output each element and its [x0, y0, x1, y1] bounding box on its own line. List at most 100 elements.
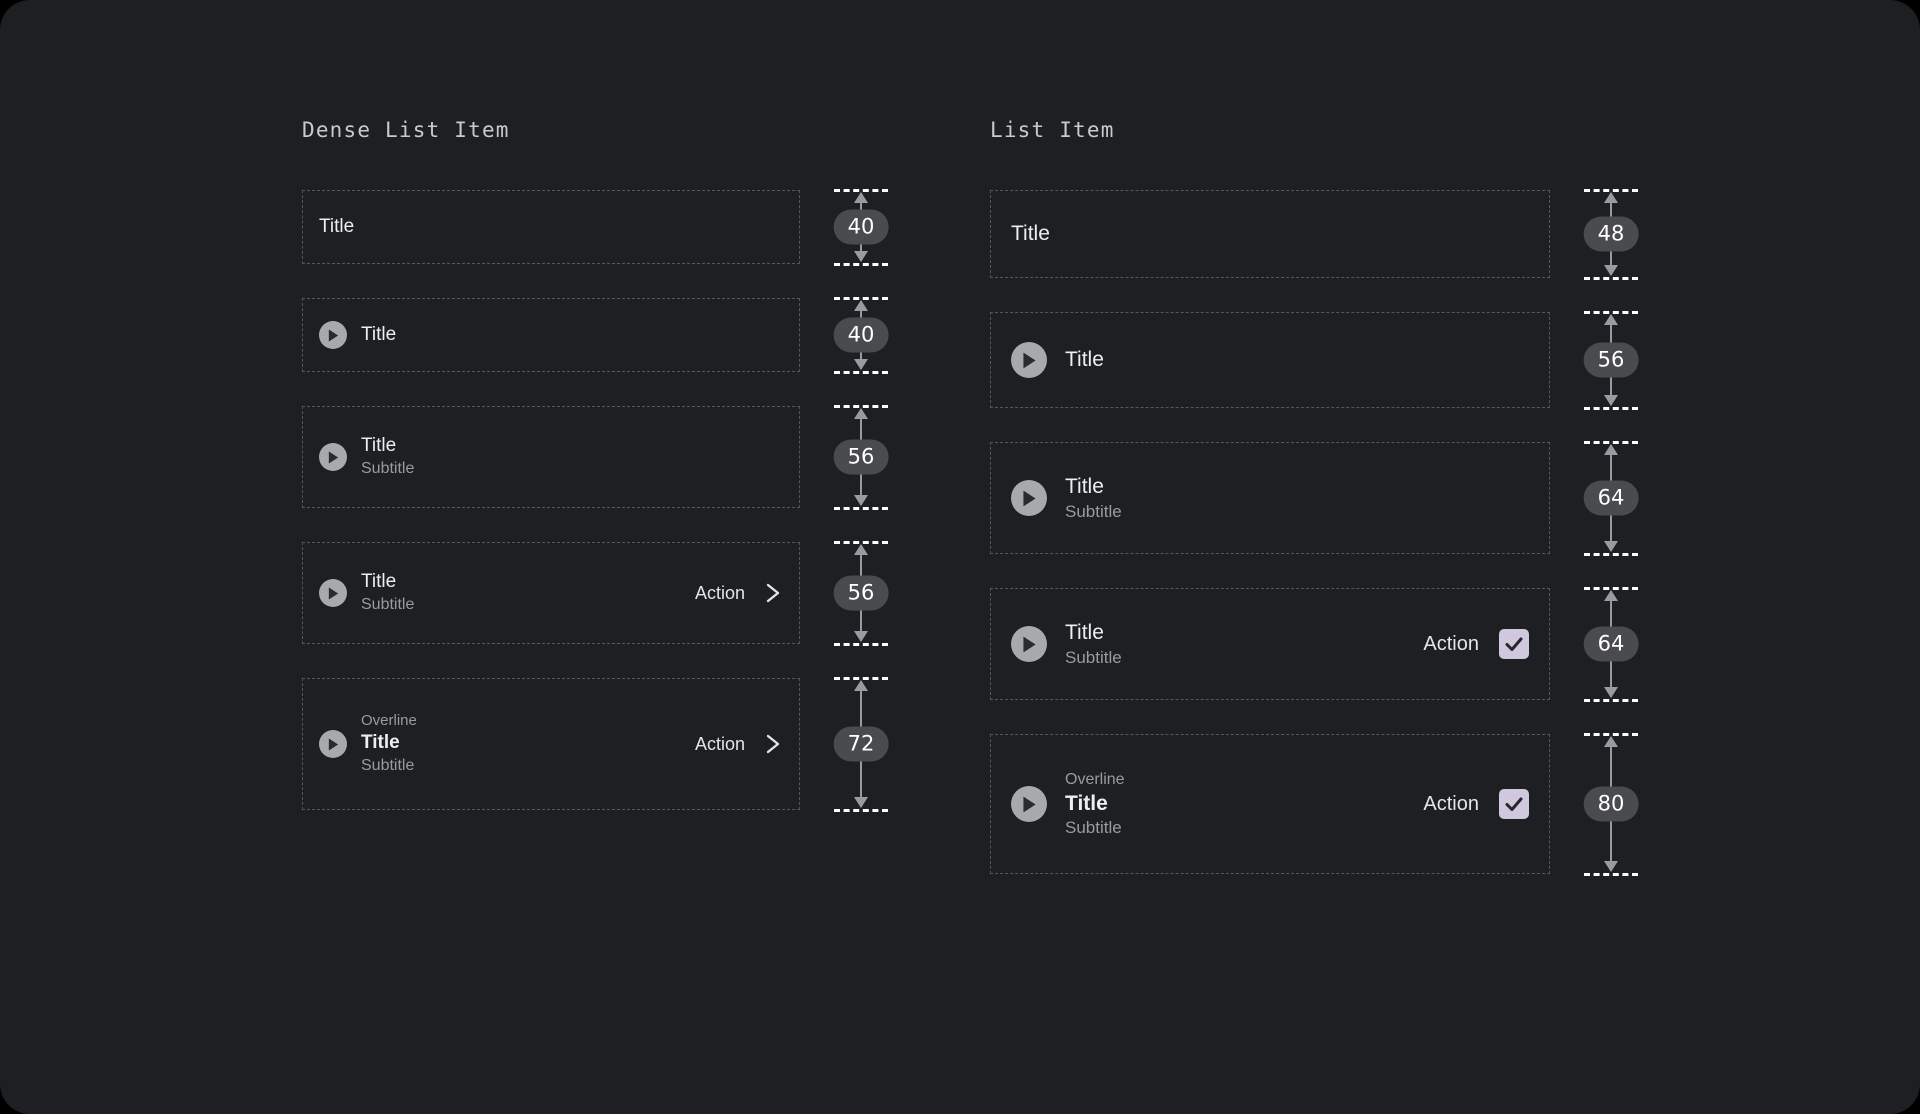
- play-circle-icon[interactable]: [319, 443, 347, 471]
- measure-cap-bottom: [834, 507, 888, 510]
- measure-cap-bottom: [834, 809, 888, 812]
- measure-value-badge: 56: [833, 575, 889, 611]
- chevron-right-icon[interactable]: [763, 581, 783, 605]
- column-header-regular: List Item: [990, 118, 1115, 142]
- play-triangle-icon: [328, 737, 338, 751]
- list-item-title: Title: [319, 215, 355, 237]
- measure-value-badge: 40: [833, 317, 889, 353]
- list-item[interactable]: Overline Title Subtitle Action: [302, 678, 800, 810]
- play-circle-icon[interactable]: [1011, 786, 1047, 822]
- measure-cap-bottom: [1584, 699, 1638, 702]
- list-item-action[interactable]: Action: [695, 581, 783, 605]
- arrow-up-icon: [1604, 444, 1618, 455]
- arrow-up-icon: [854, 680, 868, 691]
- arrow-down-icon: [1604, 861, 1618, 872]
- arrow-up-icon: [1604, 314, 1618, 325]
- arrow-up-icon: [1604, 736, 1618, 747]
- play-triangle-icon: [1022, 636, 1036, 652]
- measure-cap-bottom: [834, 371, 888, 374]
- list-item-text-block: Title Subtitle: [1065, 473, 1529, 522]
- arrow-down-icon: [854, 359, 868, 370]
- list-item-text-block: Title Subtitle: [361, 570, 695, 615]
- list-item-content: Title Subtitle Action: [991, 589, 1549, 699]
- list-item-row: Title 40: [302, 189, 892, 266]
- list-item[interactable]: Title: [302, 298, 800, 372]
- list-item-action[interactable]: Action: [1423, 789, 1529, 819]
- list-item[interactable]: Title: [302, 190, 800, 264]
- list-item-content: Title: [991, 191, 1549, 277]
- list-item-overline: Overline: [361, 712, 417, 730]
- height-measurement: 64: [1580, 441, 1642, 556]
- play-triangle-icon: [1022, 490, 1036, 506]
- measure-cap-bottom: [834, 643, 888, 646]
- list-item-content: Title: [991, 313, 1549, 407]
- arrow-down-icon: [854, 797, 868, 808]
- list-item-action[interactable]: Action: [1423, 629, 1529, 659]
- measure-cap-bottom: [834, 263, 888, 266]
- column-regular: List Item Title 48 Title 56 Title Subtitle 64 Ti…: [990, 118, 1642, 876]
- play-circle-icon[interactable]: [1011, 480, 1047, 516]
- checkbox-checked-icon[interactable]: [1499, 629, 1529, 659]
- list-item-content: Title Subtitle Action: [303, 543, 799, 643]
- arrow-up-icon: [854, 408, 868, 419]
- measure-cap-bottom: [1584, 407, 1638, 410]
- list-item-title: Title: [1065, 621, 1104, 645]
- list-item[interactable]: Title Subtitle: [302, 406, 800, 508]
- list-item[interactable]: Overline Title Subtitle Action: [990, 734, 1550, 874]
- list-item-content: Overline Title Subtitle Action: [303, 679, 799, 809]
- height-measurement: 64: [1580, 587, 1642, 702]
- arrow-down-icon: [1604, 265, 1618, 276]
- list-item-title: Title: [1065, 475, 1104, 499]
- list-item-subtitle: Subtitle: [361, 757, 415, 775]
- measure-cap-bottom: [1584, 277, 1638, 280]
- list-item[interactable]: Title Subtitle Action: [302, 542, 800, 644]
- list-item-content: Title Subtitle: [303, 407, 799, 507]
- play-circle-icon[interactable]: [319, 730, 347, 758]
- list-item-text-block: Overline Title Subtitle: [1065, 769, 1423, 840]
- list-item[interactable]: Title Subtitle Action: [990, 588, 1550, 700]
- arrow-down-icon: [854, 495, 868, 506]
- play-circle-icon[interactable]: [1011, 342, 1047, 378]
- arrow-down-icon: [854, 631, 868, 642]
- list-item-text-block: Title Subtitle: [1065, 619, 1423, 668]
- list-item-text-block: Title: [319, 215, 783, 240]
- action-label: Action: [694, 733, 745, 754]
- list-item-overline: Overline: [1065, 770, 1125, 788]
- list-item-title: Title: [1065, 792, 1108, 816]
- list-item[interactable]: Title Subtitle: [990, 442, 1550, 554]
- list-item-content: Title Subtitle: [991, 443, 1549, 553]
- list-item-subtitle: Subtitle: [1065, 647, 1122, 667]
- list-item-row: Overline Title Subtitle Action 80: [990, 733, 1642, 876]
- play-circle-icon[interactable]: [319, 579, 347, 607]
- measure-value-badge: 48: [1583, 216, 1639, 252]
- list-item-content: Title: [303, 191, 799, 263]
- list-item-row: Title Subtitle Action 64: [990, 587, 1642, 702]
- arrow-up-icon: [854, 544, 868, 555]
- arrow-down-icon: [854, 251, 868, 262]
- measure-value-badge: 64: [1583, 480, 1639, 516]
- play-triangle-icon: [328, 586, 338, 600]
- height-measurement: 56: [1580, 311, 1642, 410]
- list-item[interactable]: Title: [990, 190, 1550, 278]
- list-item-text-block: Title: [1011, 220, 1529, 247]
- measure-value-badge: 72: [833, 726, 889, 762]
- measure-value-badge: 80: [1583, 786, 1639, 822]
- column-dense: Dense List Item Title 40 Title 40 Title Subtit…: [302, 118, 892, 812]
- chevron-right-icon[interactable]: [763, 732, 783, 756]
- list-item-text-block: Overline Title Subtitle: [361, 711, 695, 777]
- list-item-subtitle: Subtitle: [1065, 501, 1122, 521]
- play-circle-icon[interactable]: [319, 321, 347, 349]
- measure-cap-bottom: [1584, 553, 1638, 556]
- list-item-row: Title 48: [990, 189, 1642, 280]
- column-header-dense: Dense List Item: [302, 118, 510, 142]
- list-item-subtitle: Subtitle: [361, 459, 415, 477]
- list-item-text-block: Title Subtitle: [361, 434, 783, 479]
- list-item-action[interactable]: Action: [695, 732, 783, 756]
- arrow-down-icon: [1604, 541, 1618, 552]
- list-item-text-block: Title: [1065, 346, 1529, 373]
- play-circle-icon[interactable]: [1011, 626, 1047, 662]
- list-item[interactable]: Title: [990, 312, 1550, 408]
- checkbox-checked-icon[interactable]: [1499, 789, 1529, 819]
- measure-value-badge: 56: [833, 439, 889, 475]
- height-measurement: 40: [830, 189, 892, 266]
